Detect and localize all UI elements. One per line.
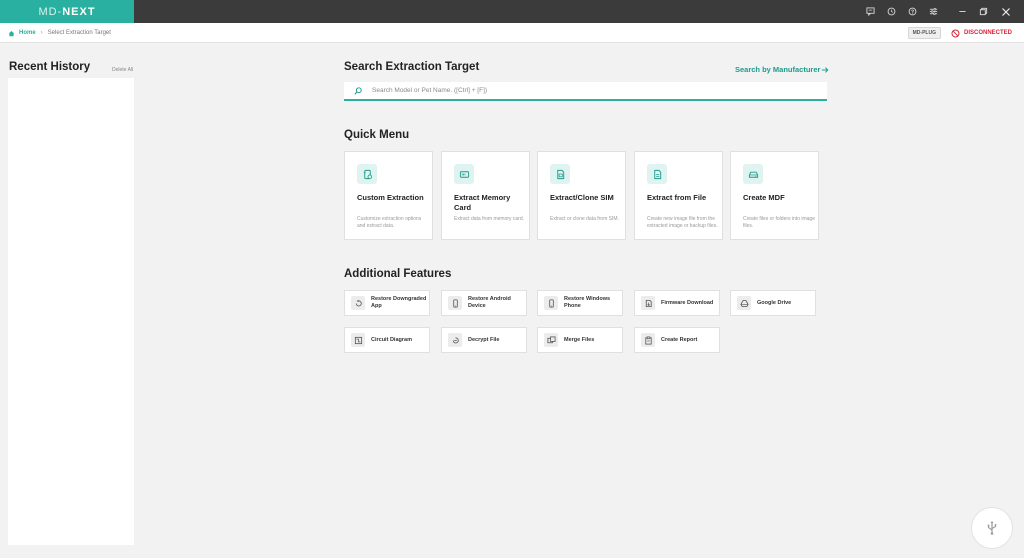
download-icon: [641, 296, 655, 310]
quick-menu-create-mdf[interactable]: Create MDF Create files or folders into …: [730, 151, 819, 240]
google-drive-icon: [737, 296, 751, 310]
app-logo: MD- NEXT: [0, 0, 134, 23]
feature-label: Merge Files: [564, 336, 595, 343]
connection-label: DISCONNECTED: [963, 30, 1012, 36]
usb-connect-button[interactable]: [971, 507, 1013, 549]
brand-prefix: MD-: [38, 5, 63, 18]
disconnected-status[interactable]: DISCONNECTED: [951, 28, 1012, 38]
additional-features-title: Additional Features: [344, 268, 452, 280]
feature-decrypt-file[interactable]: Decrypt File: [441, 327, 527, 353]
card-title: Custom Extraction: [357, 193, 424, 202]
feature-firmware-download[interactable]: Firmware Download: [634, 290, 720, 316]
feature-label: Restore Windows Phone: [564, 296, 611, 309]
memory-card-icon: [454, 164, 474, 184]
card-description: Create files or folders into image files…: [743, 216, 815, 229]
phone-icon: [448, 296, 462, 310]
device-badge[interactable]: MD-PLUG: [907, 27, 941, 39]
search-input[interactable]: [372, 87, 792, 94]
chevron-right-icon: ›: [40, 30, 43, 36]
quick-menu-extract-memory-card[interactable]: Extract Memory Card Extract data from me…: [441, 151, 530, 240]
custom-extraction-icon: [357, 164, 377, 184]
help-icon[interactable]: [902, 0, 923, 23]
breadcrumb-home-link[interactable]: Home: [19, 30, 36, 36]
usb-icon: [984, 520, 1000, 536]
search-by-manufacturer-label: Search by Manufacturer: [735, 65, 821, 74]
feature-restore-downgraded-app[interactable]: Restore Downgraded App: [344, 290, 430, 316]
report-icon: [641, 333, 655, 347]
ban-icon: [951, 28, 960, 38]
quick-menu-extract-from-file[interactable]: Extract from File Create new image file …: [634, 151, 723, 240]
breadcrumb-current: Select Extraction Target: [47, 30, 111, 36]
feature-label: Create Report: [661, 336, 698, 343]
close-icon[interactable]: [994, 0, 1018, 23]
search-by-manufacturer-link[interactable]: Search by Manufacturer: [735, 65, 829, 74]
card-description: Customize extraction options and extract…: [357, 216, 422, 229]
feature-label: Google Drive: [757, 299, 792, 306]
card-description: Extract or clone data from SIM.: [550, 216, 619, 222]
sim-card-icon: [550, 164, 570, 184]
decrypt-icon: [448, 333, 462, 347]
history-list[interactable]: [8, 78, 134, 545]
breadcrumb-bar: Home › Select Extraction Target MD-PLUG …: [0, 23, 1024, 43]
feature-label: Restore Downgraded App: [371, 296, 427, 309]
sidebar-title: Recent History: [9, 61, 91, 73]
title-bar: MD- NEXT: [0, 0, 1024, 23]
feature-google-drive[interactable]: Google Drive: [730, 290, 816, 316]
circuit-icon: [351, 333, 365, 347]
delete-all-button[interactable]: Delete All: [112, 67, 133, 73]
quick-menu-extract-clone-sim[interactable]: Extract/Clone SIM Extract or clone data …: [537, 151, 626, 240]
connection-status: MD-PLUG DISCONNECTED: [907, 23, 1012, 43]
feature-label: Circuit Diagram: [371, 336, 412, 343]
feature-restore-windows-phone[interactable]: Restore Windows Phone: [537, 290, 623, 316]
search-box: [344, 82, 827, 101]
feedback-icon[interactable]: [860, 0, 881, 23]
settings-icon[interactable]: [923, 0, 944, 23]
feature-circuit-diagram[interactable]: Circuit Diagram: [344, 327, 430, 353]
feature-merge-files[interactable]: Merge Files: [537, 327, 623, 353]
recent-history-sidebar: Recent History Delete All: [0, 43, 134, 558]
minimize-icon[interactable]: [952, 0, 973, 23]
card-title: Extract/Clone SIM: [550, 193, 614, 202]
search-title: Search Extraction Target: [344, 61, 480, 73]
feature-label: Firmware Download: [661, 299, 714, 306]
phone-icon: [544, 296, 558, 310]
card-title: Extract from File: [647, 193, 707, 202]
card-title: Extract Memory Card: [454, 193, 511, 212]
card-title: Create MDF: [743, 193, 785, 202]
card-description: Create new image file from the extracted…: [647, 216, 718, 229]
card-description: Extract data from memory card.: [454, 216, 525, 222]
arrow-right-icon: [821, 66, 829, 74]
restore-window-icon[interactable]: [973, 0, 994, 23]
search-icon: [354, 86, 362, 95]
drive-icon: [743, 164, 763, 184]
merge-icon: [544, 333, 558, 347]
history-icon[interactable]: [881, 0, 902, 23]
home-icon[interactable]: [8, 30, 15, 37]
quick-menu-title: Quick Menu: [344, 129, 410, 141]
window-controls: [860, 0, 1018, 23]
restore-icon: [351, 296, 365, 310]
feature-label: Decrypt File: [468, 336, 500, 343]
feature-label: Restore Android Device: [468, 296, 511, 309]
file-icon: [647, 164, 667, 184]
quick-menu-custom-extraction[interactable]: Custom Extraction Customize extraction o…: [344, 151, 433, 240]
feature-restore-android-device[interactable]: Restore Android Device: [441, 290, 527, 316]
feature-create-report[interactable]: Create Report: [634, 327, 720, 353]
breadcrumb: Home › Select Extraction Target: [8, 23, 111, 43]
brand-suffix: NEXT: [62, 5, 96, 18]
